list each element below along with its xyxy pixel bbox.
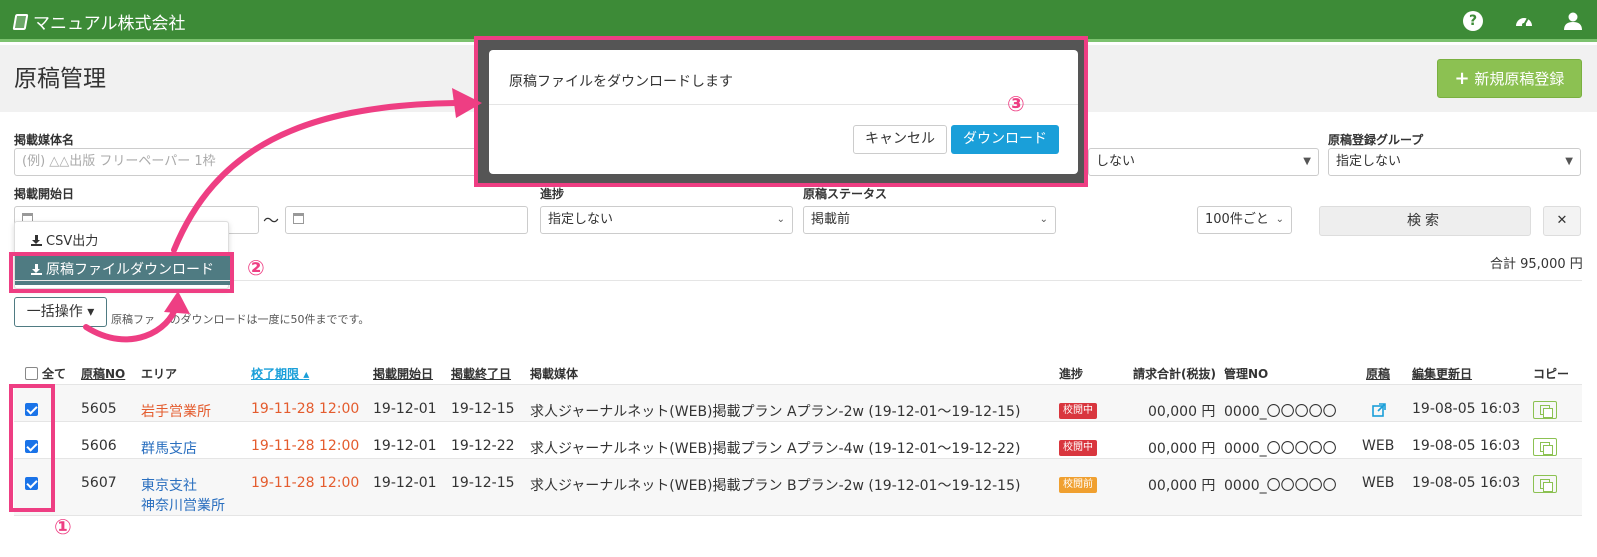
arrow-to-modal-head [452, 88, 482, 118]
arrow-to-download-head [164, 291, 190, 314]
arrow-to-download [83, 303, 179, 343]
arrow-to-modal [171, 100, 459, 253]
annotation-arrows [83, 88, 482, 343]
